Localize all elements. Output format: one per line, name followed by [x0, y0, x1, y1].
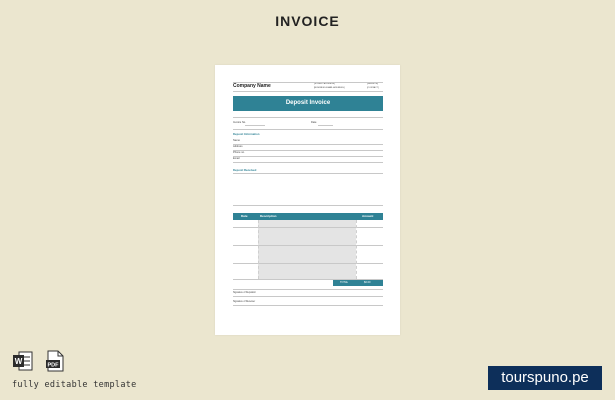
phone-field-label: Phone no. — [233, 151, 245, 154]
description-column-fill — [258, 220, 356, 279]
page-title: INVOICE — [275, 13, 340, 29]
signature-receiver-label: Signature of Receiver — [233, 301, 256, 303]
deposit-received-label: Deposit Received — [233, 168, 257, 172]
name-field-label: Name — [233, 139, 240, 142]
date-label: Date — [311, 121, 317, 124]
brand-badge[interactable]: tourspuno.pe — [488, 366, 602, 390]
header-street-address: [STREET ADDRESS] — [314, 83, 335, 85]
svg-text:W: W — [15, 357, 23, 366]
address-field-label: Address — [233, 145, 243, 148]
word-format-icon: W — [12, 350, 34, 372]
invoice-document-preview: Company Name [STREET ADDRESS] [BUSINESS … — [215, 65, 400, 335]
header-contact: [CONTACT] — [367, 87, 379, 89]
header-website: [WEBSITE] — [367, 83, 379, 85]
pdf-format-icon: PDF — [44, 350, 66, 372]
table-header-amount: Amount — [362, 213, 374, 218]
table-header-date: Date — [241, 213, 248, 218]
deposit-information-label: Deposit Information — [233, 132, 260, 136]
banner-title: Deposit Invoice — [285, 100, 331, 106]
total-value: $0.00 — [364, 280, 371, 284]
total-label: TOTAL — [340, 280, 349, 284]
signature-depositor-label: Signature of Depositor — [233, 292, 256, 294]
header-email: [BUSINESS EMAIL ADDRESS] — [314, 87, 345, 89]
editable-template-caption: fully editable template — [12, 380, 137, 390]
email-field-label: Email — [233, 157, 240, 160]
company-name: Company Name — [233, 83, 271, 89]
svg-text:PDF: PDF — [48, 363, 60, 369]
table-header-bar — [233, 213, 383, 220]
table-header-description: Description — [260, 213, 277, 218]
